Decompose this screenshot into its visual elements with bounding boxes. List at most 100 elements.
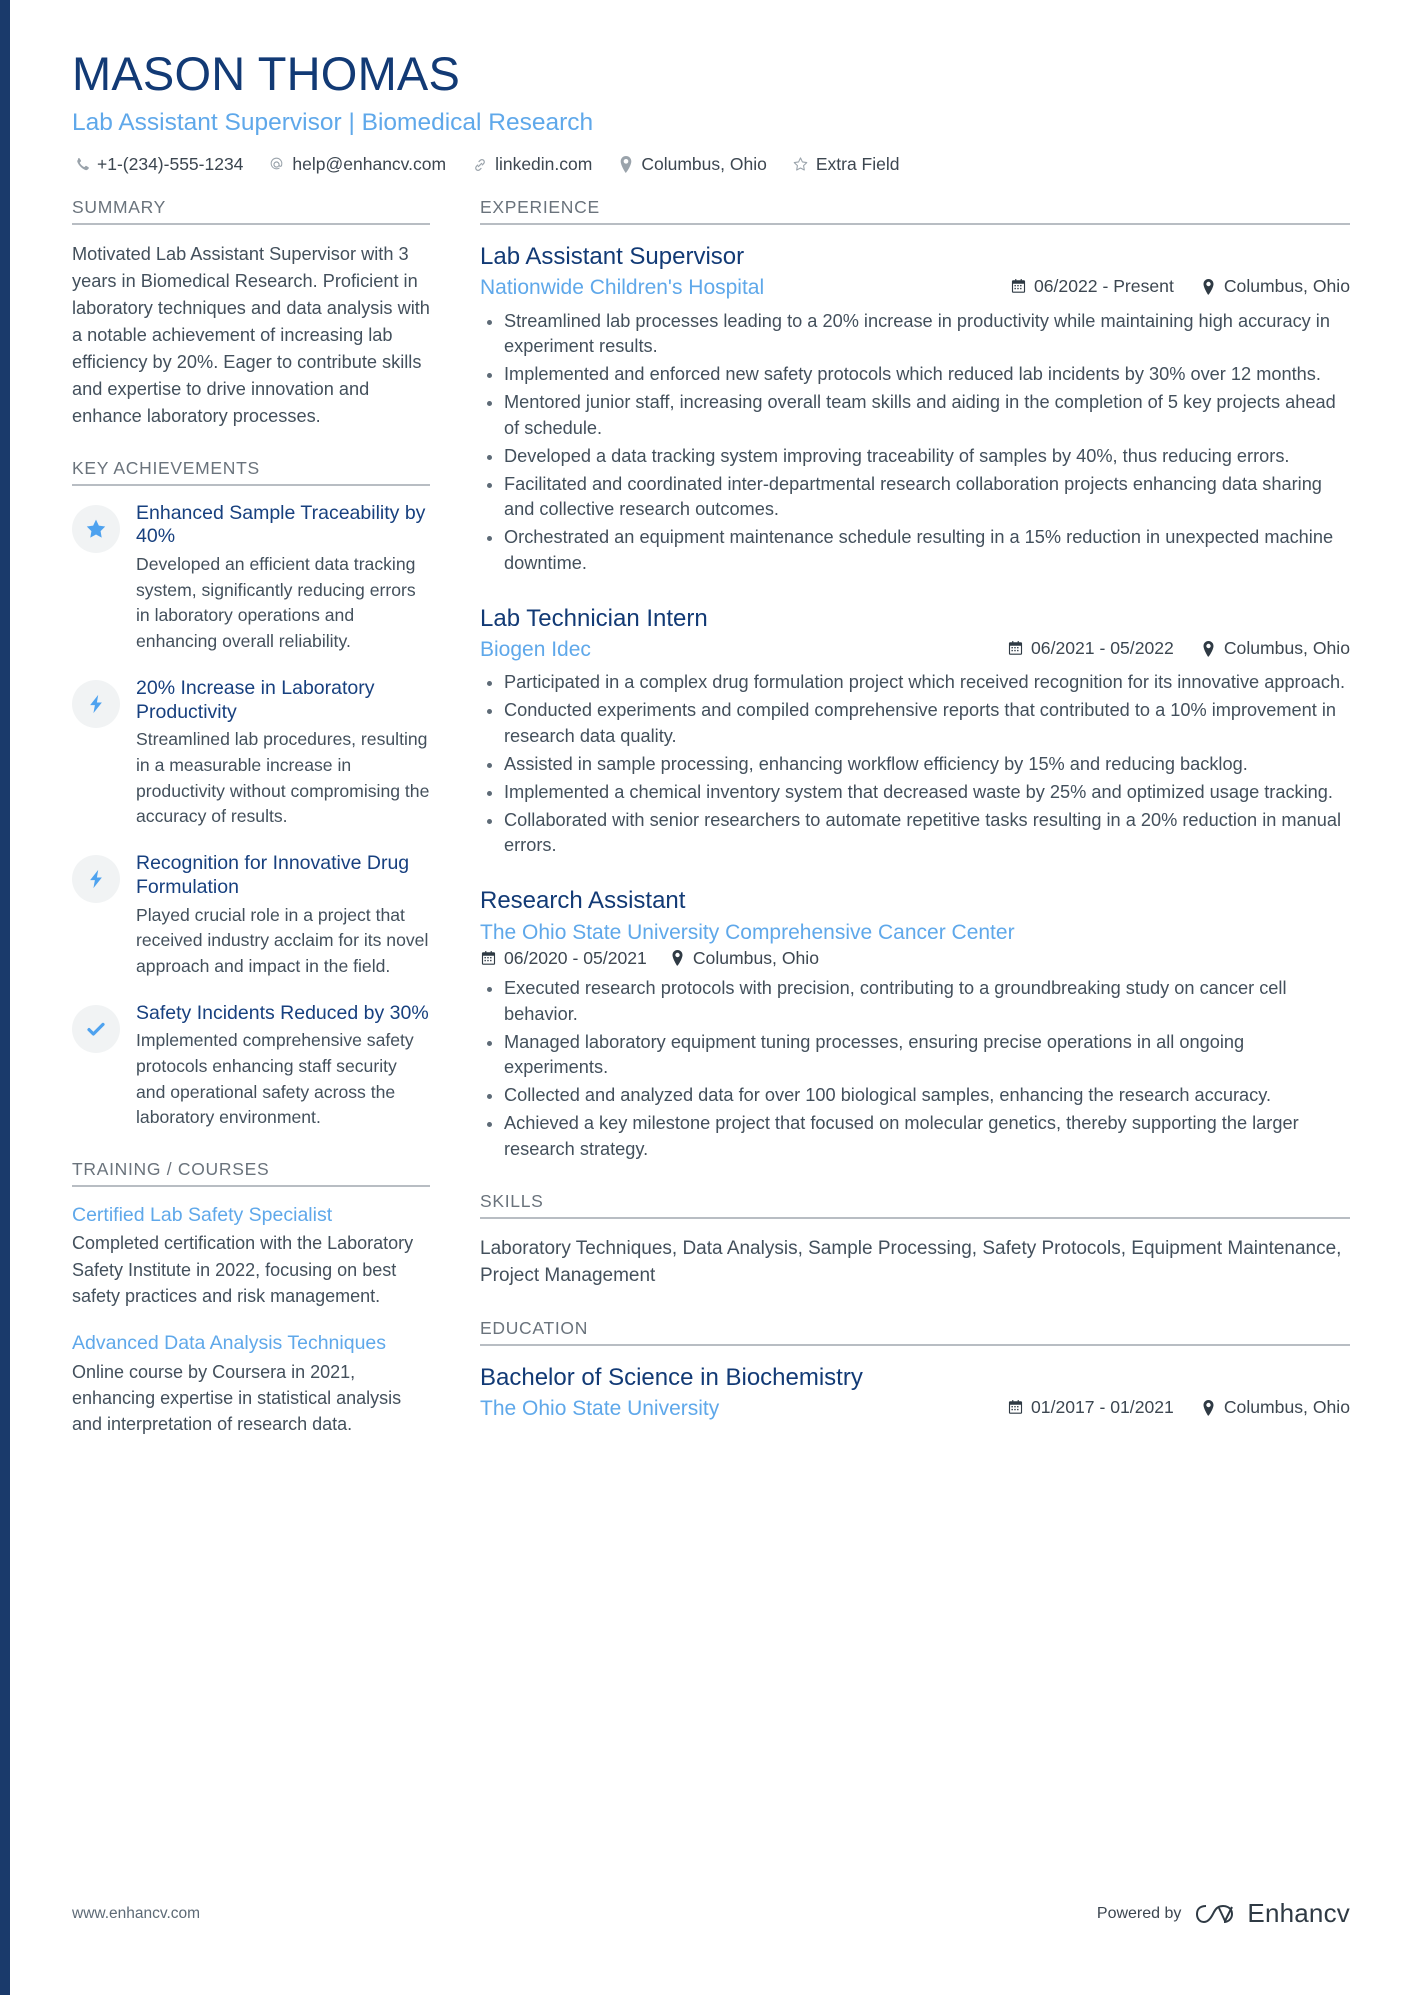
candidate-headline: Lab Assistant Supervisor | Biomedical Re… <box>72 108 594 136</box>
check-icon <box>72 1004 120 1053</box>
location-pin-icon <box>1200 640 1217 657</box>
experience-bullets: Streamlined lab processes leading to a 2… <box>480 309 1350 577</box>
contact-phone-text: +1-(234)-555-1234 <box>97 154 244 175</box>
page-footer: www.enhancv.com Powered by Enhancv <box>72 1898 1350 1929</box>
skills-section-title: SKILLS <box>480 1191 1350 1219</box>
training-courses-section-title: TRAINING / COURSES <box>72 1159 430 1188</box>
key-achievements-section-title: KEY ACHIEVEMENTS <box>72 458 430 486</box>
achievement-item: Safety Incidents Reduced by 30% Implemen… <box>72 1002 430 1131</box>
experience-job-title: Lab Technician Intern <box>480 604 708 632</box>
skills-section: SKILLS Laboratory Techniques, Data Analy… <box>480 1191 1350 1290</box>
footer-branding: Powered by Enhancv <box>1097 1898 1350 1929</box>
experience-bullet: Managed laboratory equipment tuning proc… <box>480 1030 1350 1082</box>
education-location-text: Columbus, Ohio <box>1223 1397 1350 1417</box>
achievement-title: Enhanced Sample Traceability by 40% <box>136 501 426 548</box>
experience-dates: 06/2022 - Present <box>1010 276 1174 297</box>
enhancv-logo: Enhancv <box>1194 1898 1350 1929</box>
lightning-bolt-icon <box>72 679 120 728</box>
experience-location-text: Columbus, Ohio <box>692 947 819 968</box>
experience-dates: 06/2021 - 05/2022 <box>1007 638 1174 659</box>
lightning-bolt-icon <box>72 855 120 904</box>
experience-bullet: Orchestrated an equipment maintenance sc… <box>480 525 1350 577</box>
experience-dates-text: 06/2021 - 05/2022 <box>1031 638 1174 659</box>
calendar-icon <box>1007 640 1024 657</box>
location-pin-icon <box>669 950 686 967</box>
experience-bullet: Facilitated and coordinated inter-depart… <box>480 472 1350 524</box>
education-degree: Bachelor of Science in Biochemistry <box>480 1363 863 1391</box>
experience-item: Lab Technician Intern Biogen Idec 06/202… <box>480 603 1350 859</box>
education-dates: 01/2017 - 01/2021 <box>1007 1397 1174 1418</box>
education-section: EDUCATION Bachelor of Science in Biochem… <box>480 1318 1350 1422</box>
training-courses-section: TRAINING / COURSES Certified Lab Safety … <box>72 1159 430 1437</box>
star-icon <box>72 504 120 553</box>
calendar-icon <box>1007 1399 1024 1416</box>
contact-link[interactable]: linkedin.com <box>470 154 592 175</box>
calendar-icon <box>1010 278 1027 295</box>
enhancv-mark-icon <box>1196 1904 1234 1923</box>
achievement-description: Implemented comprehensive safety protoco… <box>136 1030 414 1128</box>
experience-section-title: EXPERIENCE <box>480 197 1350 226</box>
education-location: Columbus, Ohio <box>1200 1397 1350 1418</box>
achievement-description: Played crucial role in a project that re… <box>136 904 429 976</box>
powered-by-label: Powered by <box>1096 1904 1182 1922</box>
experience-dates-text: 06/2020 - 05/2021 <box>504 947 647 968</box>
experience-bullet: Implemented a chemical inventory system … <box>480 780 1350 806</box>
location-pin-icon <box>1200 1399 1217 1416</box>
experience-company: Biogen Idec <box>480 638 591 662</box>
experience-location-text: Columbus, Ohio <box>1223 638 1350 659</box>
experience-bullets: Participated in a complex drug formulati… <box>480 670 1350 859</box>
left-column: SUMMARY Motivated Lab Assistant Supervis… <box>72 197 458 1465</box>
link-icon <box>470 155 489 174</box>
experience-location: Columbus, Ohio <box>1200 638 1350 659</box>
contact-email[interactable]: help@enhancv.com <box>267 154 446 175</box>
calendar-icon <box>480 950 497 967</box>
training-item-description: Online course by Coursera in 2021, enhan… <box>72 1361 402 1435</box>
contact-row: +1-(234)-555-1234 help@enhancv.com linke… <box>72 154 1350 175</box>
experience-bullet: Achieved a key milestone project that fo… <box>480 1111 1350 1163</box>
training-item: Certified Lab Safety Specialist Complete… <box>72 1203 430 1309</box>
resume-body: SUMMARY Motivated Lab Assistant Supervis… <box>0 175 1410 1465</box>
experience-bullet: Collected and analyzed data for over 100… <box>480 1083 1350 1109</box>
experience-location-text: Columbus, Ohio <box>1223 276 1350 297</box>
training-item-description: Completed certification with the Laborat… <box>72 1233 414 1306</box>
experience-bullet: Executed research protocols with precisi… <box>480 976 1350 1028</box>
education-dates-text: 01/2017 - 01/2021 <box>1031 1397 1174 1417</box>
experience-section: EXPERIENCE Lab Assistant Supervisor Nati… <box>480 197 1350 1163</box>
experience-item: Lab Assistant Supervisor Nationwide Chil… <box>480 241 1350 577</box>
contact-link-text: linkedin.com <box>495 154 593 175</box>
experience-job-title: Lab Assistant Supervisor <box>480 243 745 271</box>
contact-extra-field: Extra Field <box>791 154 900 175</box>
resume-page: MASON THOMAS Lab Assistant Supervisor | … <box>0 0 1410 1995</box>
education-item: Bachelor of Science in Biochemistry The … <box>480 1362 1350 1422</box>
experience-company: Nationwide Children's Hospital <box>480 276 765 300</box>
achievement-description: Streamlined lab procedures, resulting in… <box>136 729 430 827</box>
training-item-title: Advanced Data Analysis Techniques <box>72 1332 387 1355</box>
phone-icon <box>72 155 91 174</box>
experience-bullet: Implemented and enforced new safety prot… <box>480 362 1350 388</box>
experience-job-title: Research Assistant <box>480 887 686 915</box>
contact-location-text: Columbus, Ohio <box>641 154 767 175</box>
experience-bullet: Collaborated with senior researchers to … <box>480 808 1350 860</box>
contact-extra-field-text: Extra Field <box>815 154 900 175</box>
education-school: The Ohio State University <box>480 1397 720 1420</box>
enhancv-brand-name: Enhancv <box>1247 1898 1350 1928</box>
experience-bullet: Streamlined lab processes leading to a 2… <box>480 309 1350 361</box>
training-item-title: Certified Lab Safety Specialist <box>72 1204 333 1227</box>
achievement-title: Safety Incidents Reduced by 30% <box>136 1001 429 1024</box>
location-pin-icon <box>1200 278 1217 295</box>
star-outline-icon <box>791 155 810 174</box>
right-column: EXPERIENCE Lab Assistant Supervisor Nati… <box>458 197 1350 1450</box>
achievement-title: 20% Increase in Laboratory Productivity <box>136 676 375 723</box>
summary-section: SUMMARY Motivated Lab Assistant Supervis… <box>72 197 430 430</box>
location-pin-icon <box>616 155 635 174</box>
experience-dates: 06/2020 - 05/2021 <box>480 948 647 969</box>
footer-website-url[interactable]: www.enhancv.com <box>72 1905 200 1923</box>
achievement-item: 20% Increase in Laboratory Productivity … <box>72 677 430 830</box>
summary-text: Motivated Lab Assistant Supervisor with … <box>72 244 430 426</box>
resume-header: MASON THOMAS Lab Assistant Supervisor | … <box>0 0 1410 175</box>
contact-phone[interactable]: +1-(234)-555-1234 <box>72 154 243 175</box>
experience-company: The Ohio State University Comprehensive … <box>480 920 1015 944</box>
contact-email-text: help@enhancv.com <box>292 154 447 175</box>
left-accent-bar <box>0 0 10 1995</box>
candidate-name: MASON THOMAS <box>72 47 461 100</box>
